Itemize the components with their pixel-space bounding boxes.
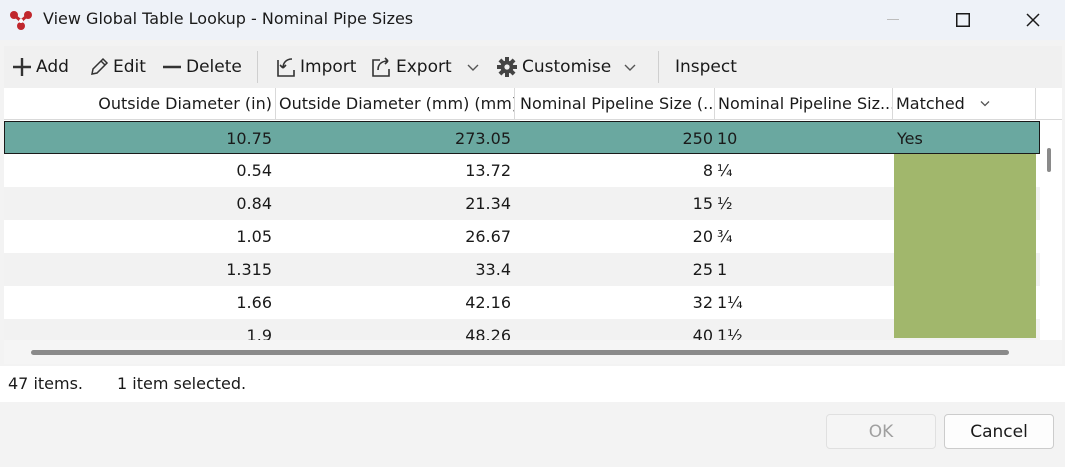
customise-label: Customise — [522, 57, 612, 77]
export-dropdown-button[interactable] — [466, 46, 480, 88]
maximize-icon — [956, 13, 970, 27]
column-header-matched[interactable]: Matched — [893, 88, 1036, 119]
cell-od-in: 0.54 — [236, 161, 272, 180]
horizontal-scrollbar-thumb[interactable] — [31, 350, 1009, 355]
column-header-od-in[interactable]: Outside Diameter (in) — [4, 88, 276, 119]
toolbar: Add Edit Delete Import Export Customise … — [4, 46, 1062, 88]
customise-dropdown-button[interactable] — [623, 46, 637, 88]
import-button[interactable]: Import — [274, 46, 356, 88]
app-logo-icon — [10, 11, 32, 30]
column-header-nps-in[interactable]: Nominal Pipeline Siz... — [715, 88, 893, 119]
toolbar-separator — [257, 51, 258, 83]
cell-od-in: 1.66 — [236, 293, 272, 312]
cell-nps-in: ½ — [717, 194, 733, 213]
minus-icon — [163, 65, 181, 69]
column-header-od-mm[interactable]: Outside Diameter (mm) (mm) — [276, 88, 515, 119]
table-row[interactable]: 1.66 42.16 32 1¼ — [4, 286, 1040, 319]
delete-label: Delete — [186, 57, 242, 77]
dialog-footer: OK Cancel — [0, 402, 1065, 467]
inspect-button[interactable]: Inspect — [675, 46, 737, 88]
chevron-down-icon — [467, 64, 479, 71]
cell-nps-in: 1 — [717, 260, 728, 279]
table-row[interactable]: 0.54 13.72 8 ¼ — [4, 154, 1040, 187]
add-button[interactable]: Add — [12, 46, 69, 88]
cell-nps-in: 10 — [717, 129, 738, 148]
close-icon — [1026, 13, 1040, 27]
edit-label: Edit — [113, 57, 146, 77]
cell-od-mm: 13.72 — [465, 161, 511, 180]
cell-od-mm: 21.34 — [465, 194, 511, 213]
cell-od-mm: 26.67 — [465, 227, 511, 246]
cell-nps-mm: 15 — [692, 194, 713, 213]
cell-nps-mm: 8 — [702, 161, 713, 180]
cell-nps-in: ¼ — [717, 161, 733, 180]
minimize-button[interactable] — [869, 0, 917, 40]
export-button[interactable]: Export — [370, 46, 452, 88]
cell-od-in: 1.315 — [226, 260, 272, 279]
export-icon — [372, 57, 390, 77]
cell-matched: Yes — [897, 129, 923, 148]
minimize-icon — [887, 19, 899, 20]
import-icon — [277, 58, 295, 77]
cell-nps-mm: 32 — [692, 293, 713, 312]
chevron-down-icon — [624, 64, 636, 71]
plus-icon — [13, 58, 31, 76]
cell-nps-mm: 25 — [692, 260, 713, 279]
selection-count: 1 item selected. — [117, 374, 247, 393]
close-button[interactable] — [1009, 0, 1057, 40]
maximize-button[interactable] — [939, 0, 987, 40]
inspect-label: Inspect — [675, 57, 737, 77]
vertical-scrollbar-thumb[interactable] — [1047, 148, 1051, 172]
matched-column-highlight — [894, 154, 1036, 338]
table-row[interactable]: 1.05 26.67 20 ¾ — [4, 220, 1040, 253]
cell-nps-mm: 250 — [682, 129, 713, 148]
grid-header: Outside Diameter (in) Outside Diameter (… — [4, 88, 1062, 120]
cell-nps-mm: 20 — [692, 227, 713, 246]
toolbar-separator — [658, 51, 659, 83]
cell-od-in: 10.75 — [226, 129, 272, 148]
window-title: View Global Table Lookup - Nominal Pipe … — [43, 9, 414, 28]
table-row-selected[interactable]: 10.75 273.05 250 10 Yes — [4, 121, 1040, 154]
cell-od-mm: 33.4 — [475, 260, 511, 279]
cell-od-mm: 273.05 — [455, 129, 511, 148]
delete-button[interactable]: Delete — [162, 46, 242, 88]
import-label: Import — [300, 57, 357, 77]
edit-button[interactable]: Edit — [89, 46, 146, 88]
cancel-button[interactable]: Cancel — [944, 414, 1054, 449]
table-row[interactable]: 0.84 21.34 15 ½ — [4, 187, 1040, 220]
export-label: Export — [396, 57, 452, 77]
cell-od-in: 1.05 — [236, 227, 272, 246]
title-bar: View Global Table Lookup - Nominal Pipe … — [0, 0, 1065, 40]
dialog-window: View Global Table Lookup - Nominal Pipe … — [0, 0, 1065, 467]
customise-button[interactable]: Customise — [496, 46, 611, 88]
column-header-matched-label: Matched — [896, 94, 965, 113]
cell-od-mm: 42.16 — [465, 293, 511, 312]
ok-button[interactable]: OK — [826, 414, 936, 449]
horizontal-scrollbar[interactable] — [4, 340, 1062, 364]
cell-nps-in: 1¼ — [717, 293, 743, 312]
column-header-nps-mm[interactable]: Nominal Pipeline Size (... — [515, 88, 715, 119]
chevron-down-icon — [980, 101, 990, 107]
item-count: 47 items. — [8, 374, 84, 393]
cell-od-in: 0.84 — [236, 194, 272, 213]
data-grid: Outside Diameter (in) Outside Diameter (… — [4, 88, 1062, 364]
table-row[interactable]: 1.315 33.4 25 1 — [4, 253, 1040, 286]
status-bar: 47 items. 1 item selected. — [0, 366, 1065, 402]
pencil-icon — [91, 57, 109, 75]
cell-nps-in: ¾ — [717, 227, 733, 246]
gear-icon — [497, 57, 517, 77]
add-label: Add — [36, 57, 69, 77]
